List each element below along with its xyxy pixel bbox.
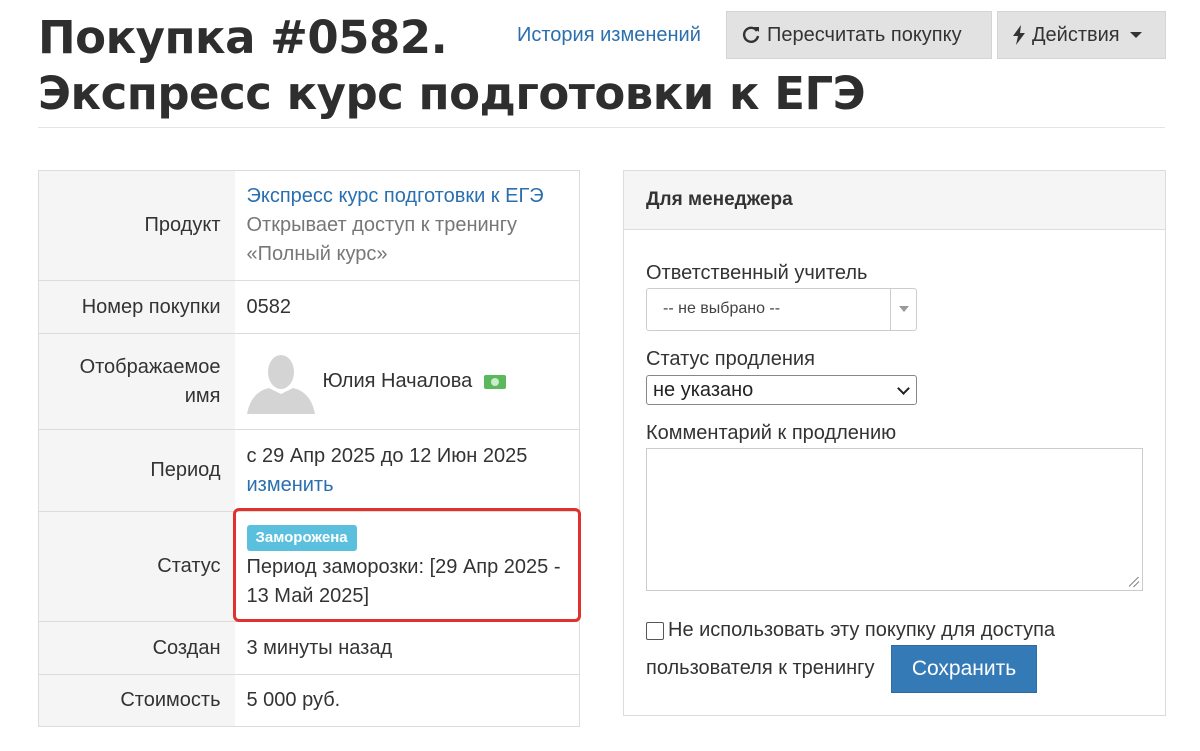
- period-value: с 29 Апр 2025 до 12 Июн 2025: [246, 444, 528, 467]
- table-row: Стоимость 5 000 руб.: [38, 674, 580, 727]
- product-cell: Экспресс курс подготовки к ЕГЭ Открывает…: [235, 171, 580, 281]
- period-change-link[interactable]: изменить: [247, 471, 568, 500]
- recalculate-button[interactable]: Пересчитать покупку: [726, 11, 992, 59]
- manager-panel: Для менеджера Ответственный учитель -- н…: [623, 170, 1166, 716]
- status-cell: Заморожена Период заморозки: [29 Апр 202…: [234, 511, 580, 622]
- number-label: Номер покупки: [38, 280, 235, 334]
- table-row: Создан 3 минуты назад: [38, 621, 580, 675]
- chevron-down-icon: [897, 382, 910, 395]
- cost-value: 5 000 руб.: [234, 674, 580, 727]
- status-badge: Заморожена: [246, 525, 357, 551]
- teacher-select[interactable]: -- не выбрано --: [646, 288, 917, 331]
- renewal-comment-label: Комментарий к продлению: [646, 422, 897, 444]
- manager-panel-heading: Для менеджера: [624, 171, 1165, 230]
- product-link[interactable]: Экспресс курс подготовки к ЕГЭ: [247, 182, 568, 211]
- no-access-label-line2: пользователя к тренингу: [646, 657, 875, 679]
- teacher-label: Ответственный учитель: [646, 262, 868, 284]
- lightning-icon: [1013, 25, 1025, 45]
- page-title: Покупка #0582. Экспресс курс подготовки …: [38, 10, 866, 122]
- product-label: Продукт: [38, 170, 235, 281]
- period-label: Период: [38, 429, 235, 512]
- table-row: Номер покупки 0582: [38, 280, 580, 334]
- table-row: Период с 29 Апр 2025 до 12 Июн 2025 изме…: [38, 429, 580, 512]
- table-row: Продукт Экспресс курс подготовки к ЕГЭ О…: [38, 170, 580, 281]
- table-row: Отображаемое имя Юлия Началова: [38, 333, 580, 430]
- money-icon: [484, 374, 507, 389]
- teacher-select-value: -- не выбрано --: [663, 300, 781, 317]
- created-value: 3 минуты назад: [234, 621, 580, 675]
- refresh-icon: [742, 26, 760, 43]
- actions-dropdown-button[interactable]: Действия: [997, 11, 1166, 59]
- freeze-period: Период заморозки: [29 Апр 2025 - 13 Май …: [246, 556, 561, 607]
- caret-down-icon: [890, 289, 916, 330]
- renewal-status-select[interactable]: не указано: [646, 375, 917, 405]
- caret-down-icon: [1129, 32, 1142, 38]
- renewal-comment-textarea[interactable]: [646, 448, 1143, 591]
- page-title-line1: Покупка #0582.: [38, 11, 448, 64]
- title-divider: [38, 127, 1165, 128]
- actions-button-label: Действия: [1032, 23, 1120, 46]
- display-name-cell: Юлия Началова: [234, 333, 580, 430]
- no-access-checkbox[interactable]: [646, 621, 664, 640]
- product-description: Открывает доступ к тренингу «Полный курс…: [246, 214, 518, 265]
- display-name-label: Отображаемое имя: [38, 333, 235, 430]
- renewal-status-value: не указано: [653, 379, 754, 401]
- no-access-checkbox-row[interactable]: Не использовать эту покупку для доступа: [646, 619, 1055, 642]
- status-label: Статус: [38, 511, 235, 622]
- created-label: Создан: [38, 621, 235, 675]
- resize-grip-icon[interactable]: [1129, 577, 1139, 587]
- avatar-placeholder-icon: [246, 349, 315, 414]
- no-access-label-line1: Не использовать эту покупку для доступа: [668, 619, 1056, 641]
- number-value: 0582: [234, 280, 580, 334]
- save-button[interactable]: Сохранить: [891, 645, 1037, 693]
- period-cell: с 29 Апр 2025 до 12 Июн 2025 изменить: [234, 429, 580, 512]
- cost-label: Стоимость: [38, 674, 235, 727]
- table-row: Статус Заморожена Период заморозки: [29 …: [38, 511, 580, 622]
- history-link[interactable]: История изменений: [517, 22, 701, 48]
- page-title-line2: Экспресс курс подготовки к ЕГЭ: [38, 67, 866, 120]
- user-name-link[interactable]: Юлия Началова: [323, 367, 473, 396]
- renewal-status-label: Статус продления: [646, 348, 815, 370]
- purchase-details-table: Продукт Экспресс курс подготовки к ЕГЭ О…: [38, 170, 580, 727]
- recalculate-button-label: Пересчитать покупку: [767, 23, 962, 46]
